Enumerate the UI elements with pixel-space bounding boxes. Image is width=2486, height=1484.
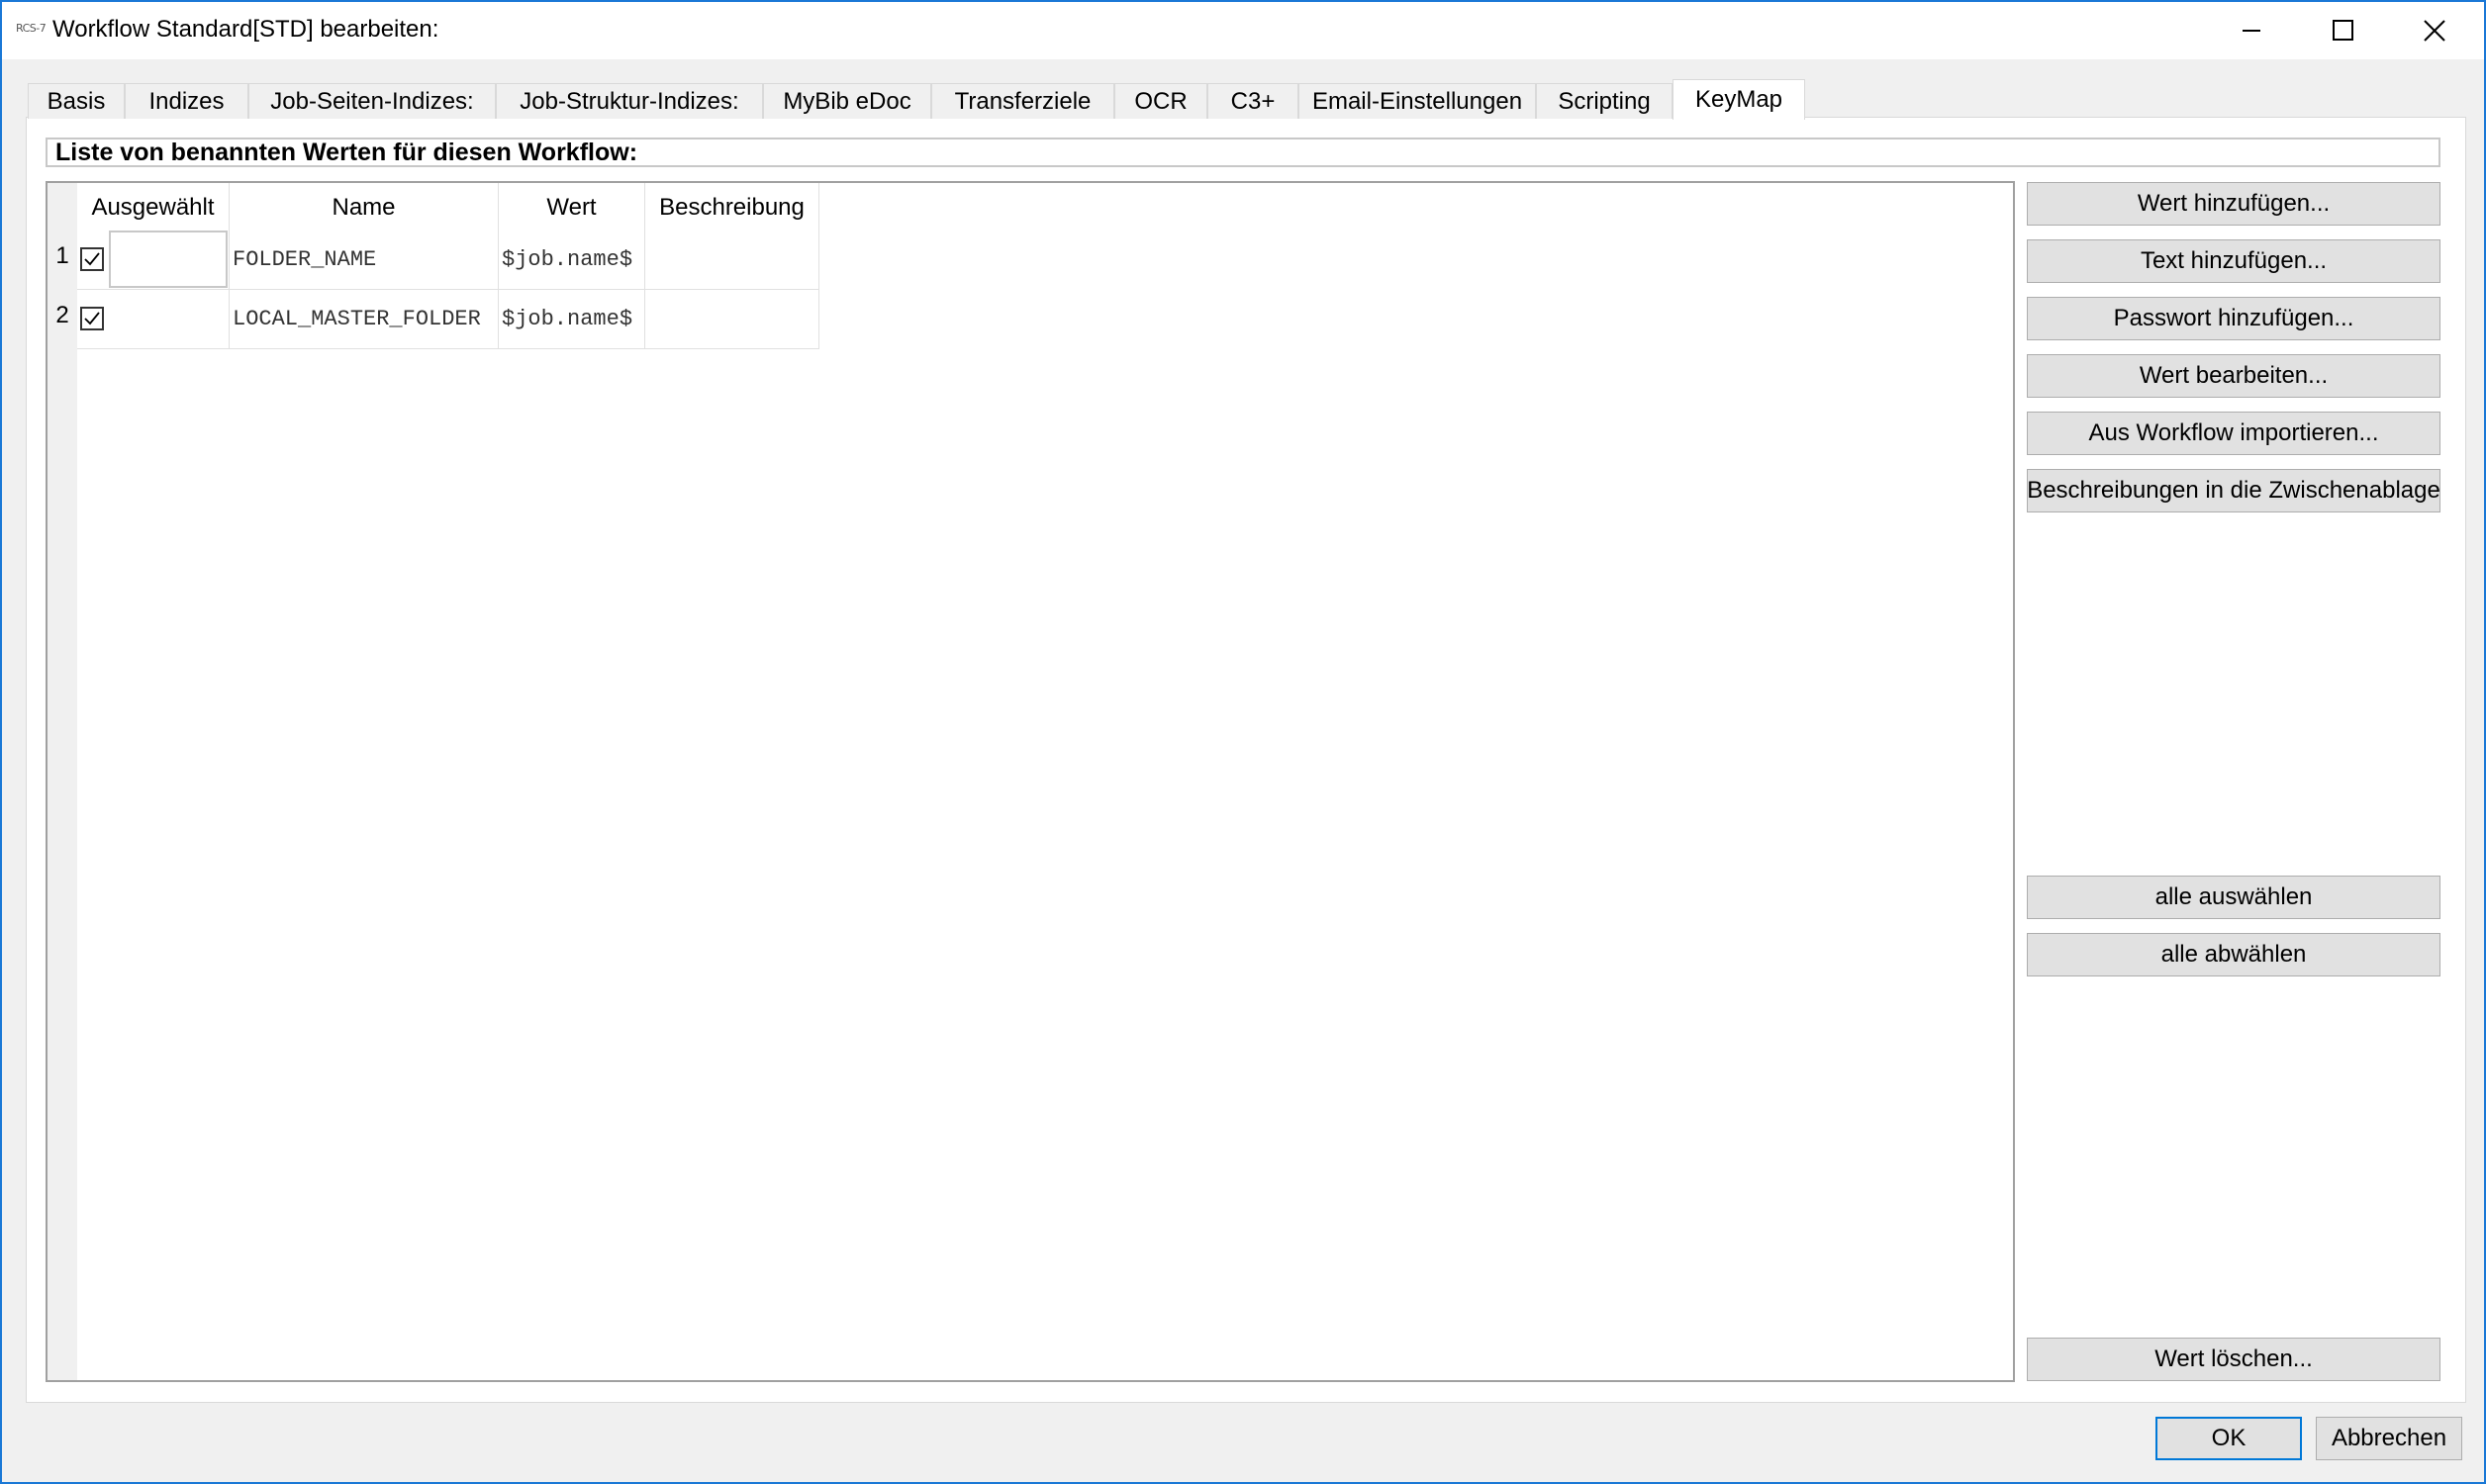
window-title: Workflow Standard[STD] bearbeiten: [52,16,439,43]
table-row-2-description[interactable] [645,290,819,349]
maximize-button[interactable] [2298,2,2389,59]
tab-basis[interactable]: Basis [28,83,125,119]
close-button[interactable] [2389,2,2480,59]
checkmark-icon [84,252,100,266]
keymap-grid[interactable]: Ausgewählt Name Wert Beschreibung 1 FOLD… [46,181,2015,1382]
close-icon [2424,20,2445,42]
add-text-button[interactable]: Text hinzufügen... [2027,239,2440,283]
copy-descriptions-button[interactable]: Beschreibungen in die Zwischenablage [2027,469,2440,512]
row-number-2: 2 [55,302,69,328]
minimize-button[interactable] [2207,2,2298,59]
delete-value-button[interactable]: Wert löschen... [2027,1338,2440,1381]
tab-transferziele[interactable]: Transferziele [931,83,1114,119]
app-icon: RCS-7 [16,22,47,35]
tab-job-seiten-indizes[interactable]: Job-Seiten-Indizes: [248,83,496,119]
cancel-button[interactable]: Abbrechen [2316,1417,2462,1460]
column-header-wert[interactable]: Wert [499,183,645,232]
list-header: Liste von benannten Werten für diesen Wo… [46,138,2440,167]
table-row-1-name[interactable]: FOLDER_NAME [230,231,499,290]
row-2-checkbox[interactable] [80,307,104,330]
column-header-beschreibung[interactable]: Beschreibung [645,183,819,232]
column-header-name[interactable]: Name [230,183,499,232]
checkmark-icon [84,312,100,325]
edit-value-button[interactable]: Wert bearbeiten... [2027,354,2440,398]
import-from-workflow-button[interactable]: Aus Workflow importieren... [2027,412,2440,455]
dialog-window: RCS-7 Workflow Standard[STD] bearbeiten:… [0,0,2486,1484]
column-header-ausgewaehlt[interactable]: Ausgewählt [77,183,230,232]
tab-ocr[interactable]: OCR [1114,83,1207,119]
table-row-2-value[interactable]: $job.name$ [499,290,645,349]
add-value-button[interactable]: Wert hinzufügen... [2027,182,2440,226]
tab-c3plus[interactable]: C3+ [1207,83,1298,119]
row-number-1: 1 [55,242,69,269]
table-row-2-selected-cell[interactable] [77,290,230,349]
row-header-column [48,183,77,1380]
table-row-1-selected-cell[interactable] [77,231,230,290]
tab-scripting[interactable]: Scripting [1536,83,1673,119]
table-row-1-description[interactable] [645,231,819,290]
tab-strip: Basis Indizes Job-Seiten-Indizes: Job-St… [28,79,2462,120]
tab-email-einstellungen[interactable]: Email-Einstellungen [1298,83,1536,119]
table-row-2-name[interactable]: LOCAL_MASTER_FOLDER [230,290,499,349]
title-bar[interactable]: RCS-7 Workflow Standard[STD] bearbeiten: [2,2,2484,59]
minimize-icon [2243,30,2260,32]
add-password-button[interactable]: Passwort hinzufügen... [2027,297,2440,340]
tab-indizes[interactable]: Indizes [125,83,248,119]
tab-keymap[interactable]: KeyMap [1673,79,1805,120]
row-1-checkbox[interactable] [80,247,104,271]
select-all-button[interactable]: alle auswählen [2027,876,2440,919]
tab-mybib-edoc[interactable]: MyBib eDoc [763,83,931,119]
maximize-icon [2333,20,2353,41]
ok-button[interactable]: OK [2155,1417,2302,1460]
deselect-all-button[interactable]: alle abwählen [2027,933,2440,976]
row-1-inline-editor[interactable] [109,231,228,288]
tab-job-struktur-indizes[interactable]: Job-Struktur-Indizes: [496,83,763,119]
table-row-1-value[interactable]: $job.name$ [499,231,645,290]
